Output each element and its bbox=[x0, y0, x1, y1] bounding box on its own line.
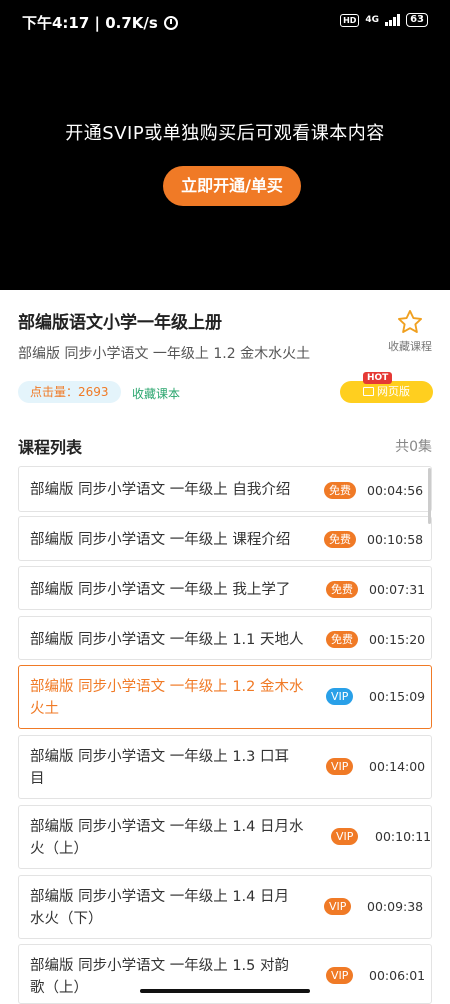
lesson-title: 部编版 同步小学语文 一年级上 1.3 口耳目 bbox=[30, 746, 289, 790]
course-title: 部编版语文小学一年级上册 bbox=[18, 313, 222, 333]
lesson-title-line1: 部编版 同步小学语文 一年级上 自我介绍 bbox=[30, 482, 291, 498]
lesson-duration: 00:04:56 bbox=[367, 483, 424, 498]
lesson-title-line1: 部编版 同步小学语文 一年级上 1.5 对韵 bbox=[30, 958, 289, 974]
battery-icon: 63 bbox=[406, 13, 428, 27]
lesson-title-line1: 部编版 同步小学语文 一年级上 我上学了 bbox=[30, 582, 291, 598]
lesson-duration: 00:10:11 bbox=[375, 829, 432, 844]
status-bar: 下午4:17 | 0.7K/s HD 4G 63 bbox=[0, 0, 450, 44]
paywall-message: 开通SVIP或单独购买后可观看课本内容 bbox=[65, 123, 385, 144]
vip-badge: VIP bbox=[324, 898, 352, 915]
lesson-item[interactable]: 部编版 同步小学语文 一年级上 1.3 口耳目 VIP 00:14:00 bbox=[18, 735, 432, 799]
lesson-duration: 00:09:38 bbox=[367, 899, 424, 914]
lesson-item[interactable]: 部编版 同步小学语文 一年级上 课程介绍 免费 00:10:58 bbox=[18, 516, 432, 561]
lesson-title-line2: 火土 bbox=[30, 701, 59, 717]
web-version-label: 网页版 bbox=[377, 385, 410, 398]
home-indicator[interactable] bbox=[140, 989, 310, 993]
signal-icon bbox=[385, 14, 401, 26]
video-player[interactable]: 下午4:17 | 0.7K/s HD 4G 63 开通SVIP或单独购买后可观看… bbox=[0, 0, 450, 290]
lesson-title-line2: 歌（上） bbox=[30, 980, 88, 996]
lesson-item[interactable]: 部编版 同步小学语文 一年级上 1.4 日月水 火（上） VIP 00:10:11 bbox=[18, 805, 432, 869]
lesson-title-line1: 部编版 同步小学语文 一年级上 1.3 口耳 bbox=[30, 749, 289, 765]
lesson-title: 部编版 同步小学语文 一年级上 我上学了 bbox=[30, 579, 290, 601]
lesson-item[interactable]: 部编版 同步小学语文 一年级上 1.4 日月 水火（下） VIP 00:09:38 bbox=[18, 875, 432, 939]
lesson-title: 部编版 同步小学语文 一年级上 1.1 天地人 bbox=[30, 629, 304, 651]
vip-badge: VIP bbox=[326, 758, 354, 775]
lesson-title: 部编版 同步小学语文 一年级上 1.4 日月水 火（上） bbox=[30, 816, 304, 860]
vip-badge: VIP bbox=[326, 688, 354, 705]
lesson-item[interactable]: 部编版 同步小学语文 一年级上 1.1 天地人 免费 00:15:20 bbox=[18, 616, 432, 660]
lesson-duration: 00:14:00 bbox=[369, 759, 426, 774]
free-badge: 免费 bbox=[326, 631, 358, 648]
lesson-title-line2: 目 bbox=[30, 771, 45, 787]
monitor-icon bbox=[363, 386, 374, 396]
lesson-item[interactable]: 部编版 同步小学语文 一年级上 自我介绍 免费 00:04:56 bbox=[18, 466, 432, 512]
alarm-icon bbox=[163, 15, 178, 30]
network-label: 4G bbox=[365, 15, 380, 25]
free-badge: 免费 bbox=[324, 482, 356, 499]
subscribe-button[interactable]: 立即开通/单买 bbox=[163, 166, 301, 206]
lesson-title: 部编版 同步小学语文 一年级上 1.4 日月 水火（下） bbox=[30, 886, 289, 930]
free-badge: 免费 bbox=[326, 581, 358, 598]
course-list-header: 课程列表 bbox=[18, 438, 83, 457]
lesson-title-line2: 火（上） bbox=[30, 841, 88, 857]
lesson-title-line1: 部编版 同步小学语文 一年级上 1.4 日月水 bbox=[30, 819, 304, 835]
favorite-course-button[interactable]: 收藏课程 bbox=[386, 308, 434, 354]
lesson-duration: 00:06:01 bbox=[369, 968, 426, 983]
course-subtitle: 部编版 同步小学语文 一年级上 1.2 金木水火土 bbox=[18, 346, 311, 362]
vip-badge: VIP bbox=[331, 828, 359, 845]
lesson-title-line1: 部编版 同步小学语文 一年级上 1.1 天地人 bbox=[30, 632, 304, 648]
vip-badge: VIP bbox=[326, 967, 354, 984]
lesson-title-line1: 部编版 同步小学语文 一年级上 课程介绍 bbox=[30, 532, 291, 548]
lesson-title-line2: 水火（下） bbox=[30, 911, 103, 927]
status-time-speed: 下午4:17 | 0.7K/s bbox=[22, 14, 158, 32]
scrollbar[interactable] bbox=[428, 468, 431, 524]
collect-textbook-link[interactable]: 收藏课本 bbox=[132, 385, 180, 402]
hot-badge: HOT bbox=[363, 372, 393, 384]
lesson-duration: 00:10:58 bbox=[367, 532, 424, 547]
lesson-title: 部编版 同步小学语文 一年级上 课程介绍 bbox=[30, 529, 290, 551]
free-badge: 免费 bbox=[324, 531, 356, 548]
lesson-item[interactable]: 部编版 同步小学语文 一年级上 1.2 金木水 火土 VIP 00:15:09 bbox=[18, 665, 432, 729]
lesson-title-line1: 部编版 同步小学语文 一年级上 1.4 日月 bbox=[30, 889, 289, 905]
episode-count: 共0集 bbox=[395, 439, 432, 455]
lesson-item[interactable]: 部编版 同步小学语文 一年级上 1.5 对韵 歌（上） VIP 00:06:01 bbox=[18, 944, 432, 1004]
lesson-duration: 00:15:09 bbox=[369, 689, 426, 704]
favorite-course-label: 收藏课程 bbox=[388, 340, 432, 353]
star-icon bbox=[397, 309, 423, 333]
lesson-duration: 00:07:31 bbox=[369, 582, 426, 597]
web-version-button[interactable]: 网页版 bbox=[340, 381, 433, 403]
lesson-title: 部编版 同步小学语文 一年级上 自我介绍 bbox=[30, 479, 290, 501]
lesson-duration: 00:15:20 bbox=[369, 632, 426, 647]
hd-icon: HD bbox=[340, 13, 360, 27]
lesson-title: 部编版 同步小学语文 一年级上 1.2 金木水 火土 bbox=[30, 676, 304, 720]
lesson-title-line1: 部编版 同步小学语文 一年级上 1.2 金木水 bbox=[30, 679, 304, 695]
lesson-item[interactable]: 部编版 同步小学语文 一年级上 我上学了 免费 00:07:31 bbox=[18, 566, 432, 610]
click-count-badge: 点击量：2693 bbox=[18, 381, 121, 403]
